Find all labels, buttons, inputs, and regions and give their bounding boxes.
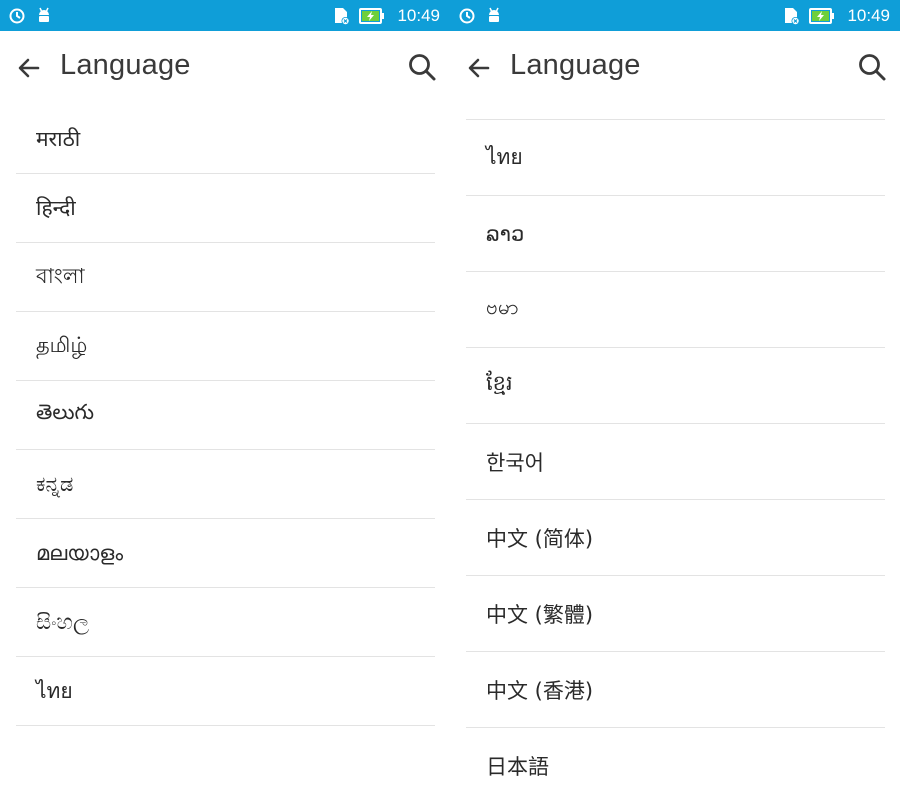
android-icon [36, 7, 52, 25]
sd-card-error-icon [781, 6, 801, 26]
app-bar: Language [0, 31, 450, 105]
screen-left: 10:49 Language मराठी हिन्दी বাংলা தமிழ் … [0, 0, 450, 801]
language-item-tamil[interactable]: தமிழ் [16, 312, 435, 381]
app-bar: Language [450, 31, 900, 105]
language-item-chinese-hongkong[interactable]: 中文 (香港) [466, 652, 885, 728]
status-time: 10:49 [397, 5, 440, 25]
language-list: मराठी हिन्दी বাংলা தமிழ் తెలుగు ಕನ್ನಡ മല… [16, 105, 435, 726]
language-item-sinhala[interactable]: සිංහල [16, 588, 435, 657]
language-item-chinese-simplified[interactable]: 中文 (简体) [466, 500, 885, 576]
battery-charging-icon [359, 7, 385, 25]
language-item-lao[interactable]: ລາວ [466, 196, 885, 272]
status-bar: 10:49 [0, 0, 450, 31]
language-item-telugu[interactable]: తెలుగు [16, 381, 435, 450]
screen-right: 10:49 Language ไทย ລາວ ဗမာ ខ្មែរ 한국어 中文 … [450, 0, 900, 801]
search-button[interactable] [404, 49, 440, 85]
search-icon [409, 54, 436, 81]
language-item-bengali[interactable]: বাংলা [16, 243, 435, 312]
arrow-back-icon [468, 58, 490, 78]
sd-card-error-icon [331, 6, 351, 26]
language-item-marathi[interactable]: मराठी [16, 105, 435, 174]
status-bar: 10:49 [450, 0, 900, 31]
language-item-burmese[interactable]: ဗမာ [466, 272, 885, 348]
language-item-japanese[interactable]: 日本語 [466, 728, 885, 801]
language-item-chinese-traditional[interactable]: 中文 (繁體) [466, 576, 885, 652]
data-saver-icon [8, 7, 26, 25]
language-item-korean[interactable]: 한국어 [466, 424, 885, 500]
language-list: ไทย ລາວ ဗမာ ខ្មែរ 한국어 中文 (简体) 中文 (繁體) 中文… [466, 119, 885, 801]
page-title: Language [510, 49, 641, 81]
language-item-malayalam[interactable]: മലയാളം [16, 519, 435, 588]
language-item-thai[interactable]: ไทย [466, 120, 885, 196]
arrow-back-icon [18, 58, 40, 78]
search-button[interactable] [854, 49, 890, 85]
status-time: 10:49 [847, 5, 890, 25]
language-item-thai[interactable]: ไทย [16, 657, 435, 726]
language-item-khmer[interactable]: ខ្មែរ [466, 348, 885, 424]
language-item-kannada[interactable]: ಕನ್ನಡ [16, 450, 435, 519]
search-icon [859, 54, 886, 81]
back-button[interactable] [12, 51, 46, 85]
back-button[interactable] [462, 51, 496, 85]
data-saver-icon [458, 7, 476, 25]
android-icon [486, 7, 502, 25]
battery-charging-icon [809, 7, 835, 25]
page-title: Language [60, 49, 191, 81]
language-item-hindi[interactable]: हिन्दी [16, 174, 435, 243]
